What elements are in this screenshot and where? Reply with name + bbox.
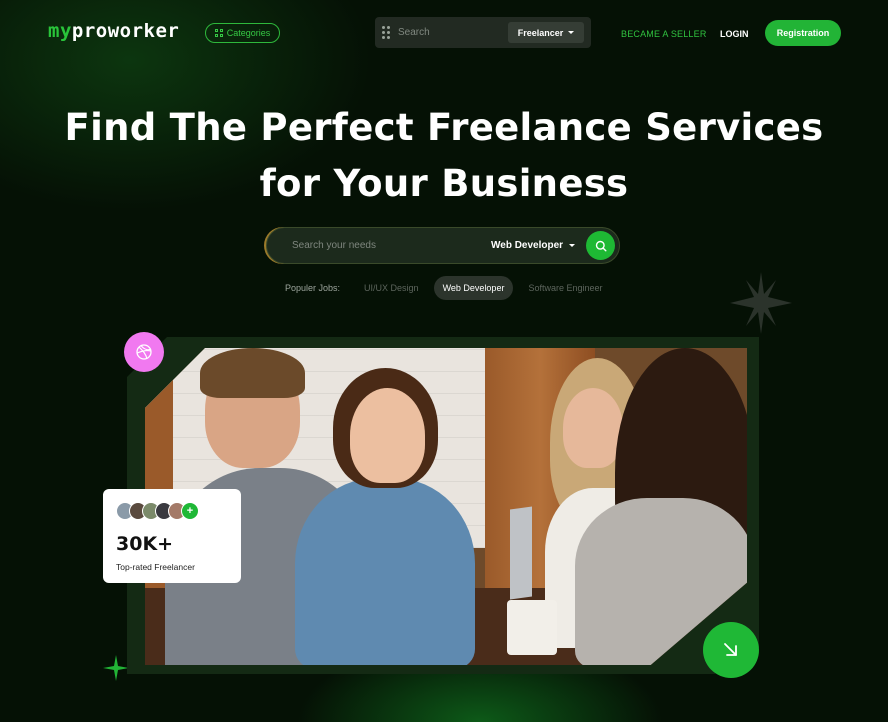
drag-dots-icon	[382, 26, 390, 39]
search-button[interactable]	[586, 231, 615, 260]
chip-uiux-design[interactable]: UI/UX Design	[355, 283, 428, 293]
logo-my: my	[48, 20, 72, 42]
logo-text: proworker	[71, 20, 180, 42]
stat-value: 30K+	[116, 533, 174, 555]
hero-title: Find The Perfect Freelance Services for …	[0, 100, 888, 212]
search-icon	[595, 240, 607, 252]
dribbble-badge	[124, 332, 164, 372]
grid-icon	[214, 29, 223, 37]
registration-button[interactable]: Registration	[765, 20, 841, 46]
hero-title-line1: Find The Perfect Freelance Services	[64, 106, 824, 149]
popular-jobs: Populer Jobs: UI/UX Design Web Developer…	[285, 276, 612, 300]
freelancer-stat-card: + 30K+ Top-rated Freelancer	[103, 489, 241, 583]
chevron-down-icon	[569, 244, 576, 247]
avatar-group: +	[116, 502, 199, 520]
freelancer-select[interactable]: Freelancer	[508, 22, 584, 43]
arrow-down-right-icon	[724, 643, 737, 656]
category-select[interactable]: Web Developer	[491, 240, 576, 251]
category-select-label: Web Developer	[491, 240, 564, 251]
logo[interactable]: my proworker	[48, 19, 179, 43]
header-search[interactable]: Search Freelancer	[375, 17, 591, 48]
categories-button[interactable]: Categories	[205, 23, 280, 43]
chevron-down-icon	[568, 31, 575, 34]
sparkle-icon	[103, 655, 129, 681]
categories-label: Categories	[226, 28, 271, 38]
hero-title-line2: for Your Business	[259, 162, 629, 205]
chip-web-developer[interactable]: Web Developer	[433, 276, 514, 300]
freelancer-select-label: Freelancer	[517, 27, 564, 38]
sparkle-icon	[730, 272, 792, 334]
stat-label: Top-rated Freelancer	[116, 562, 195, 572]
dribbble-icon	[136, 344, 152, 360]
header-search-input[interactable]: Search	[398, 27, 430, 38]
login-link[interactable]: LOGIN	[720, 29, 749, 39]
popular-jobs-label: Populer Jobs:	[285, 283, 341, 293]
arrow-button[interactable]	[703, 622, 759, 678]
hero-search[interactable]: Search your needs Web Developer	[266, 227, 620, 264]
chip-software-engineer[interactable]: Software Engineer	[519, 283, 611, 293]
plus-icon: +	[181, 502, 199, 520]
hero-search-input[interactable]: Search your needs	[292, 240, 376, 251]
became-seller-link[interactable]: BECAME A SELLER	[621, 29, 707, 39]
